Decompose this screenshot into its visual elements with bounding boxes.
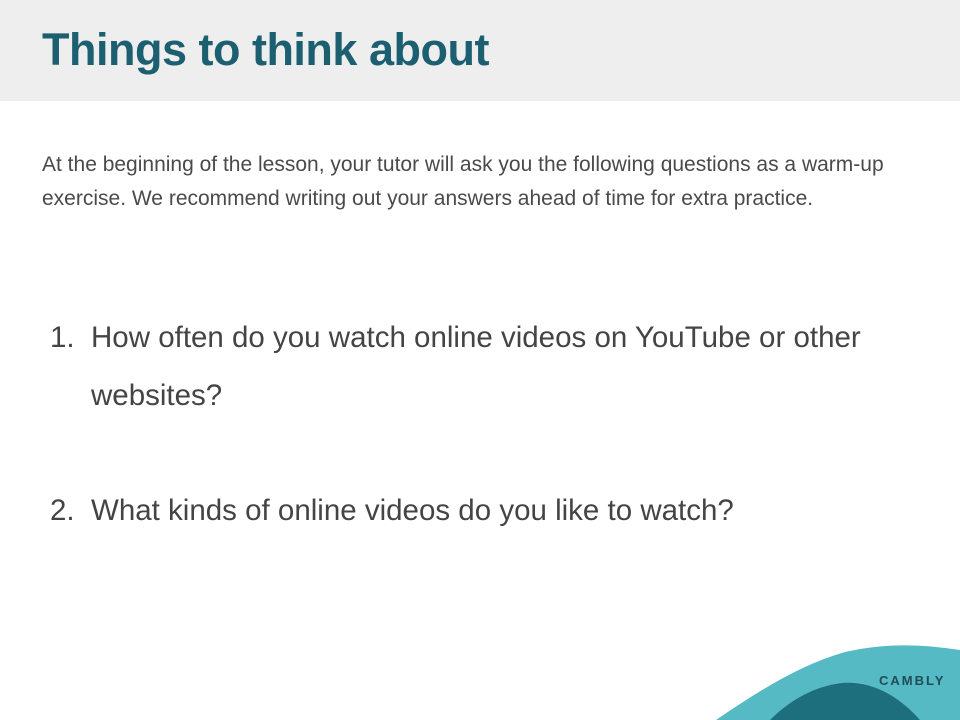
cambly-logo: CAMBLY	[879, 673, 946, 688]
brand-wave-decoration	[716, 645, 960, 720]
